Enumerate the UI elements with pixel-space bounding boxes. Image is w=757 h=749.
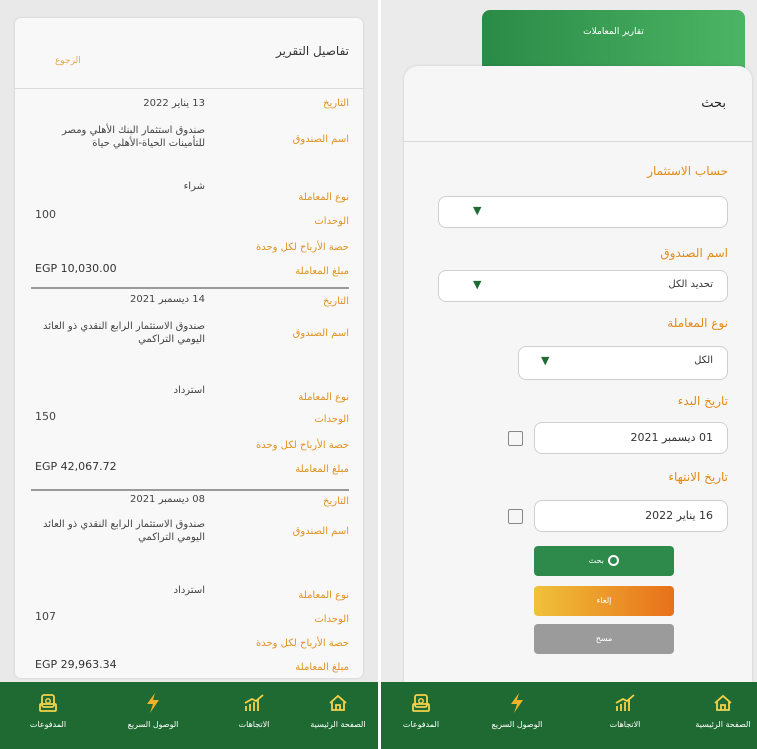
type-label: نوع المعاملة [298, 392, 349, 403]
chevron-down-icon: ▼ [473, 278, 482, 291]
report-header: تفاصيل التقرير الرجوع [15, 18, 363, 89]
calendar-icon[interactable] [508, 509, 523, 524]
lightning-icon [477, 690, 557, 716]
nav-label-home: الصفحة الرئيسية [695, 720, 751, 729]
payments-icon [381, 690, 461, 716]
fund-label: اسم الصندوق [292, 134, 349, 145]
date-label: التاريخ [323, 98, 349, 109]
amount-label: مبلغ المعاملة [295, 662, 349, 673]
date-label: التاريخ [323, 496, 349, 507]
profit-share-label: حصة الأرباح لكل وحدة [256, 440, 349, 451]
type-value: استرداد [173, 385, 205, 396]
nav-item-home[interactable]: الصفحة الرئيسية [683, 690, 757, 729]
nav-label-trends: الاتجاهات [609, 720, 641, 729]
date-value: 14 ديسمبر 2021 [129, 294, 205, 305]
nav-item-trends[interactable]: الاتجاهات [585, 690, 665, 729]
amount-value: EGP 42,067.72 [35, 460, 117, 473]
lightning-icon [113, 690, 193, 716]
profit-share-label: حصة الأرباح لكل وحدة [256, 638, 349, 649]
units-label: الوحدات [314, 614, 349, 625]
units-label: الوحدات [314, 414, 349, 425]
search-icon [608, 555, 620, 566]
fund-value: صندوق الاستثمار الرابع النقدي ذو العائد … [42, 321, 205, 345]
page-title: تفاصيل التقرير [275, 44, 349, 58]
fund-label: اسم الصندوق [660, 246, 728, 260]
chevron-down-icon: ▼ [473, 204, 482, 217]
type-label: نوع المعاملة [298, 192, 349, 203]
clear-button[interactable]: مسح [534, 624, 674, 654]
amount-value: EGP 10,030.00 [35, 262, 117, 275]
date-value: 08 ديسمبر 2021 [129, 494, 205, 505]
units-value: 107 [35, 610, 56, 623]
start-date-input[interactable]: 01 ديسمبر 2021 [534, 422, 728, 454]
type-value: الكل [694, 355, 713, 366]
type-label: نوع المعاملة [667, 316, 728, 330]
nav-label-quick-access: الوصول السريع [127, 720, 179, 729]
nav-item-quick-access[interactable]: الوصول السريع [113, 690, 193, 729]
fund-value: تحديد الكل [668, 279, 713, 290]
end-date-input[interactable]: 16 يناير 2022 [534, 500, 728, 532]
search-card: بحث حساب الاستثمار ▼ اسم الصندوق تحديد ا… [404, 66, 752, 686]
nav-label-payments: المدفوعات [402, 720, 440, 729]
profit-share-label: حصة الأرباح لكل وحدة [256, 242, 349, 253]
search-title: بحث [701, 96, 726, 111]
type-label: نوع المعاملة [298, 590, 349, 601]
date-label: التاريخ [323, 296, 349, 307]
chevron-down-icon: ▼ [541, 354, 550, 367]
type-select[interactable]: الكل ▼ [518, 346, 728, 380]
amount-value: EGP 29,963.34 [35, 658, 117, 671]
fund-value: صندوق استثمار البنك الأهلي ومصر للتأمينا… [62, 125, 205, 149]
trend-chart-icon [214, 690, 294, 716]
report-details-screen: تفاصيل التقرير الرجوع التاريخ 13 يناير 2… [0, 0, 378, 749]
type-value: شراء [183, 181, 205, 192]
fund-select[interactable]: تحديد الكل ▼ [438, 270, 728, 302]
amount-label: مبلغ المعاملة [295, 266, 349, 277]
amount-label: مبلغ المعاملة [295, 464, 349, 475]
end-date-value: 16 يناير 2022 [645, 509, 713, 522]
record-divider [31, 489, 349, 491]
cancel-button[interactable]: إلغاء [534, 586, 674, 616]
nav-label-trends: الاتجاهات [238, 720, 270, 729]
fund-label: اسم الصندوق [292, 328, 349, 339]
tab-label: تقارير المعاملات [583, 27, 644, 37]
back-link[interactable]: الرجوع [55, 56, 81, 66]
title-divider [404, 141, 752, 142]
report-details-card: تفاصيل التقرير الرجوع التاريخ 13 يناير 2… [15, 18, 363, 678]
nav-item-home[interactable]: الصفحة الرئيسية [298, 690, 378, 729]
nav-item-trends[interactable]: الاتجاهات [214, 690, 294, 729]
search-button-label: بحث [588, 556, 604, 565]
home-icon [683, 690, 757, 716]
units-value: 100 [35, 208, 56, 221]
type-value: استرداد [173, 585, 205, 596]
nav-label-home: الصفحة الرئيسية [310, 720, 366, 729]
transaction-reports-screen: تقارير المعاملات بحث حساب الاستثمار ▼ اس… [381, 0, 757, 749]
units-label: الوحدات [314, 216, 349, 227]
bottom-nav: الصفحة الرئيسية الاتجاهات الوصول السريع … [381, 682, 757, 749]
trend-chart-icon [585, 690, 665, 716]
home-icon [298, 690, 378, 716]
search-button[interactable]: بحث [534, 546, 674, 576]
nav-item-quick-access[interactable]: الوصول السريع [477, 690, 557, 729]
nav-item-payments[interactable]: المدفوعات [381, 690, 461, 729]
calendar-icon[interactable] [508, 431, 523, 446]
start-date-value: 01 ديسمبر 2021 [630, 431, 713, 444]
units-value: 150 [35, 410, 56, 423]
nav-label-payments: المدفوعات [29, 720, 67, 729]
date-value: 13 يناير 2022 [143, 98, 205, 109]
end-date-label: تاريخ الانتهاء [668, 470, 728, 484]
fund-value: صندوق الاستثمار الرابع النقدي ذو العائد … [42, 519, 205, 543]
payments-icon [8, 690, 88, 716]
record-divider [31, 287, 349, 289]
bottom-nav: الصفحة الرئيسية الاتجاهات الوصول السريع … [0, 682, 378, 749]
account-label: حساب الاستثمار [647, 164, 728, 178]
account-select[interactable]: ▼ [438, 196, 728, 228]
nav-label-quick-access: الوصول السريع [491, 720, 543, 729]
fund-label: اسم الصندوق [292, 526, 349, 537]
nav-item-payments[interactable]: المدفوعات [8, 690, 88, 729]
start-date-label: تاريخ البدء [677, 394, 728, 408]
